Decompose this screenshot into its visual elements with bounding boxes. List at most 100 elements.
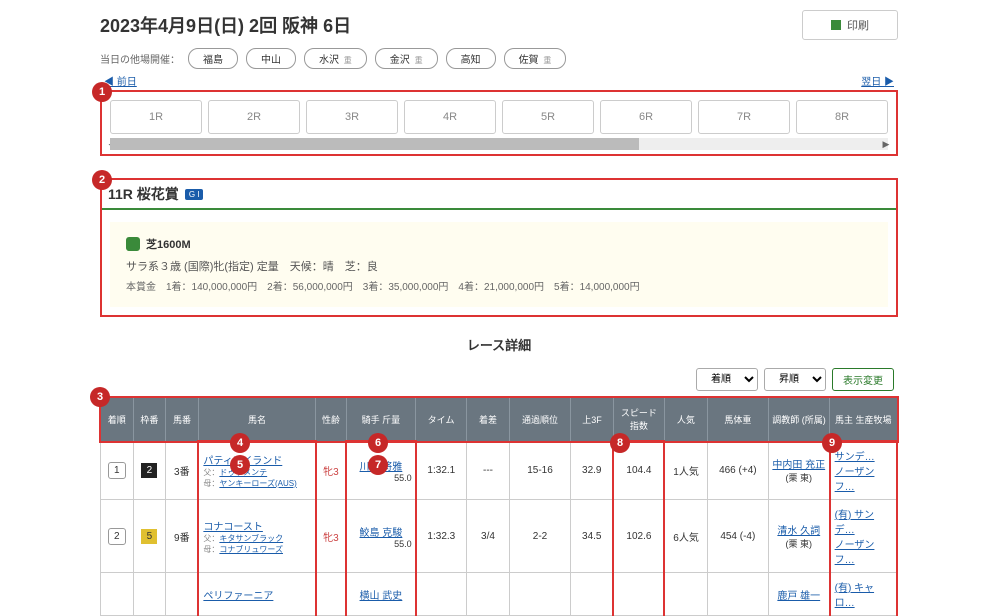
col-frame[interactable]: 枠番 bbox=[133, 398, 166, 442]
marker-5: 5 bbox=[230, 455, 250, 475]
table-row: ペリファーニア 横山 武史 鹿戸 雄一 (有) キャロ… bbox=[101, 573, 898, 616]
apply-button[interactable]: 表示変更 bbox=[832, 368, 894, 391]
race-tabs-region: 1 1R 2R 3R 4R 5R 6R 7R 8R ◀ ▶ bbox=[100, 90, 898, 156]
owner-link[interactable]: (有) キャロ… bbox=[835, 583, 874, 609]
cell-trainer: 鹿戸 雄一 bbox=[768, 573, 829, 616]
scroll-thumb[interactable] bbox=[110, 138, 639, 150]
farm-link[interactable]: ノーザンフ… bbox=[835, 540, 875, 566]
cell-hw bbox=[707, 573, 768, 616]
venue-pill[interactable]: 水沢 重 bbox=[304, 48, 367, 69]
marker-6: 6 bbox=[368, 433, 388, 453]
race-heading: 11R 桜花賞 bbox=[108, 184, 179, 204]
cell-pop: 6人気 bbox=[664, 500, 707, 573]
cell-pop bbox=[664, 573, 707, 616]
venue-pill[interactable]: 金沢 重 bbox=[375, 48, 438, 69]
col-margin[interactable]: 着差 bbox=[467, 398, 510, 442]
cell-3f: 34.5 bbox=[571, 500, 614, 573]
race-tab[interactable]: 8R bbox=[796, 100, 888, 134]
jockey-link[interactable]: 鮫島 克駿 bbox=[360, 528, 403, 539]
col-owner[interactable]: 馬主 生産牧場 bbox=[830, 398, 897, 442]
race-tab[interactable]: 6R bbox=[600, 100, 692, 134]
prize-text: 本賞金 1着：140,000,000円 2着：56,000,000円 3着：35… bbox=[126, 278, 872, 293]
cell-num: 9番 bbox=[166, 500, 199, 573]
race-tab[interactable]: 4R bbox=[404, 100, 496, 134]
race-tab[interactable]: 3R bbox=[306, 100, 398, 134]
farm-link[interactable]: ノーザンフ… bbox=[835, 467, 875, 493]
marker-4: 4 bbox=[230, 433, 250, 453]
turf-icon bbox=[126, 237, 140, 251]
cell-3f bbox=[571, 573, 614, 616]
cell-sex: 牝3 bbox=[316, 441, 347, 500]
venues-label: 当日の他場開催： bbox=[100, 51, 180, 66]
col-num[interactable]: 馬番 bbox=[166, 398, 199, 442]
cell-num bbox=[166, 573, 199, 616]
cell-trainer: 清水 久詞(栗 東) bbox=[768, 500, 829, 573]
cell-sex: 牝3 bbox=[316, 500, 347, 573]
cell-margin: --- bbox=[467, 441, 510, 500]
cell-time: 1:32.3 bbox=[416, 500, 467, 573]
sort-order-select[interactable]: 昇順 bbox=[764, 368, 826, 391]
scroll-right-icon[interactable]: ▶ bbox=[880, 138, 892, 150]
cell-hw: 454 (-4) bbox=[707, 500, 768, 573]
dam-link[interactable]: コナブリュワーズ bbox=[219, 545, 283, 554]
col-name[interactable]: 馬名 bbox=[198, 398, 315, 442]
sire-link[interactable]: キタサンブラック bbox=[219, 534, 283, 543]
next-day-link[interactable]: 翌日 ▶ bbox=[861, 73, 894, 88]
cell-frame: 2 bbox=[133, 441, 166, 500]
cell-pop: 1人気 bbox=[664, 441, 707, 500]
col-pop[interactable]: 人気 bbox=[664, 398, 707, 442]
owner-link[interactable]: (有) サンデ… bbox=[835, 510, 874, 536]
grade-badge: G I bbox=[185, 189, 204, 200]
conditions-text: サラ系３歳 (国際)牝(指定) 定量 天候：晴 芝：良 bbox=[126, 258, 872, 274]
col-weight[interactable]: 馬体重 bbox=[707, 398, 768, 442]
venue-pill[interactable]: 高知 bbox=[446, 48, 496, 69]
race-tab[interactable]: 1R bbox=[110, 100, 202, 134]
dam-link[interactable]: ヤンキーローズ(AUS) bbox=[219, 479, 296, 488]
venue-pill[interactable]: 中山 bbox=[246, 48, 296, 69]
cell-pass: 2-2 bbox=[509, 500, 570, 573]
detail-heading: レース詳細 bbox=[100, 335, 898, 354]
venue-pill[interactable]: 福島 bbox=[188, 48, 238, 69]
course-label: 芝1600M bbox=[146, 236, 191, 252]
cell-owner: (有) キャロ… bbox=[830, 573, 897, 616]
marker-8: 8 bbox=[610, 433, 630, 453]
sort-field-select[interactable]: 着順 bbox=[696, 368, 758, 391]
result-table: 着順 枠番 馬番 馬名 性齢 騎手 斤量 タイム 着差 通過順位 上3F スピー… bbox=[100, 397, 898, 616]
dam-text: 母：コナブリュワーズ bbox=[203, 544, 311, 555]
cell-trainer: 中内田 充正(栗 東) bbox=[768, 441, 829, 500]
trainer-link[interactable]: 鹿戸 雄一 bbox=[777, 591, 820, 602]
cell-horse: パティアイランド父：ドゥラメンテ母：ヤンキーローズ(AUS) bbox=[198, 441, 315, 500]
col-3f[interactable]: 上3F bbox=[571, 398, 614, 442]
horse-link[interactable]: ペリファーニア bbox=[203, 591, 273, 602]
col-trainer[interactable]: 調教師 (所属) bbox=[768, 398, 829, 442]
horse-link[interactable]: コナコースト bbox=[203, 522, 263, 533]
cell-margin: 3/4 bbox=[467, 500, 510, 573]
marker-3: 3 bbox=[90, 387, 110, 407]
table-row: 259番コナコースト父：キタサンブラック母：コナブリュワーズ牝3鮫島 克駿55.… bbox=[101, 500, 898, 573]
cell-speed: 102.6 bbox=[613, 500, 664, 573]
trainer-link[interactable]: 清水 久詞 bbox=[777, 526, 820, 537]
cell-pass bbox=[509, 573, 570, 616]
cell-finish: 1 bbox=[101, 441, 134, 500]
cell-margin bbox=[467, 573, 510, 616]
race-tab[interactable]: 2R bbox=[208, 100, 300, 134]
cell-owner: (有) サンデ… ノーザンフ… bbox=[830, 500, 897, 573]
print-button[interactable]: 印刷 bbox=[802, 10, 898, 40]
owner-link[interactable]: サンデ… bbox=[835, 452, 875, 463]
cell-time bbox=[416, 573, 467, 616]
race-tab[interactable]: 5R bbox=[502, 100, 594, 134]
race-tab[interactable]: 7R bbox=[698, 100, 790, 134]
marker-1: 1 bbox=[92, 82, 112, 102]
marker-7: 7 bbox=[368, 455, 388, 475]
venue-pill[interactable]: 佐賀 重 bbox=[504, 48, 567, 69]
cell-owner: サンデ… ノーザンフ… bbox=[830, 441, 897, 500]
col-pass[interactable]: 通過順位 bbox=[509, 398, 570, 442]
scrollbar[interactable]: ◀ ▶ bbox=[110, 138, 888, 150]
table-row: 123番パティアイランド父：ドゥラメンテ母：ヤンキーローズ(AUS)牝3川田 将… bbox=[101, 441, 898, 500]
col-age[interactable]: 性齢 bbox=[316, 398, 347, 442]
cell-finish bbox=[101, 573, 134, 616]
jockey-link[interactable]: 横山 武史 bbox=[360, 591, 403, 602]
trainer-link[interactable]: 中内田 充正 bbox=[772, 460, 825, 471]
cell-jockey: 横山 武史 bbox=[346, 573, 415, 616]
col-time[interactable]: タイム bbox=[416, 398, 467, 442]
